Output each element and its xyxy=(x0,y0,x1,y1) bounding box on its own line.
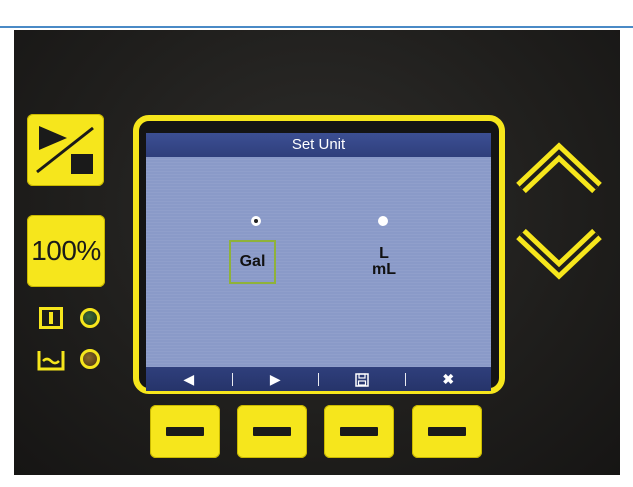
softkey-button-1[interactable] xyxy=(150,405,220,458)
left-arrow-icon: ◀ xyxy=(183,371,195,387)
gal-option-label: Gal xyxy=(239,253,266,270)
softkey-separator xyxy=(404,372,406,386)
run-status-led xyxy=(80,308,100,328)
softkey-button-4[interactable] xyxy=(412,405,482,458)
dash-icon xyxy=(253,427,291,436)
gal-radio[interactable] xyxy=(251,216,261,226)
percent-button-label: 100% xyxy=(31,235,101,266)
ml-option-label: mL xyxy=(372,261,396,278)
softkey-button-2[interactable] xyxy=(237,405,307,458)
softkey-separator xyxy=(318,372,319,386)
dash-icon xyxy=(340,427,378,436)
percent-button[interactable]: 100% xyxy=(27,215,105,287)
screen-title: Set Unit xyxy=(146,133,491,157)
down-arrow-button[interactable] xyxy=(515,222,603,284)
right-arrow-icon: ▶ xyxy=(269,371,281,387)
l-ml-radio[interactable] xyxy=(378,216,388,226)
softkey-separator xyxy=(231,372,233,386)
gal-option[interactable]: Gal xyxy=(229,240,276,284)
tank-level-icon xyxy=(37,351,65,371)
display-screen: Set Unit Gal L mL ◀ ▶ ✖ xyxy=(146,133,491,391)
close-icon: ✖ xyxy=(442,371,455,387)
start-stop-icon xyxy=(36,126,94,174)
dash-icon xyxy=(166,427,204,436)
softkey-button-3[interactable] xyxy=(324,405,394,458)
top-border xyxy=(0,0,633,28)
start-stop-button[interactable] xyxy=(27,114,104,186)
l-ml-option[interactable]: L mL xyxy=(359,246,409,278)
up-arrow-button[interactable] xyxy=(515,138,603,200)
softkey-bar: ◀ ▶ ✖ xyxy=(146,367,491,391)
pump-run-icon xyxy=(39,307,63,329)
dash-icon xyxy=(428,427,466,436)
level-alarm-led xyxy=(80,349,100,369)
l-option-label: L xyxy=(379,245,389,262)
save-icon xyxy=(319,367,405,391)
